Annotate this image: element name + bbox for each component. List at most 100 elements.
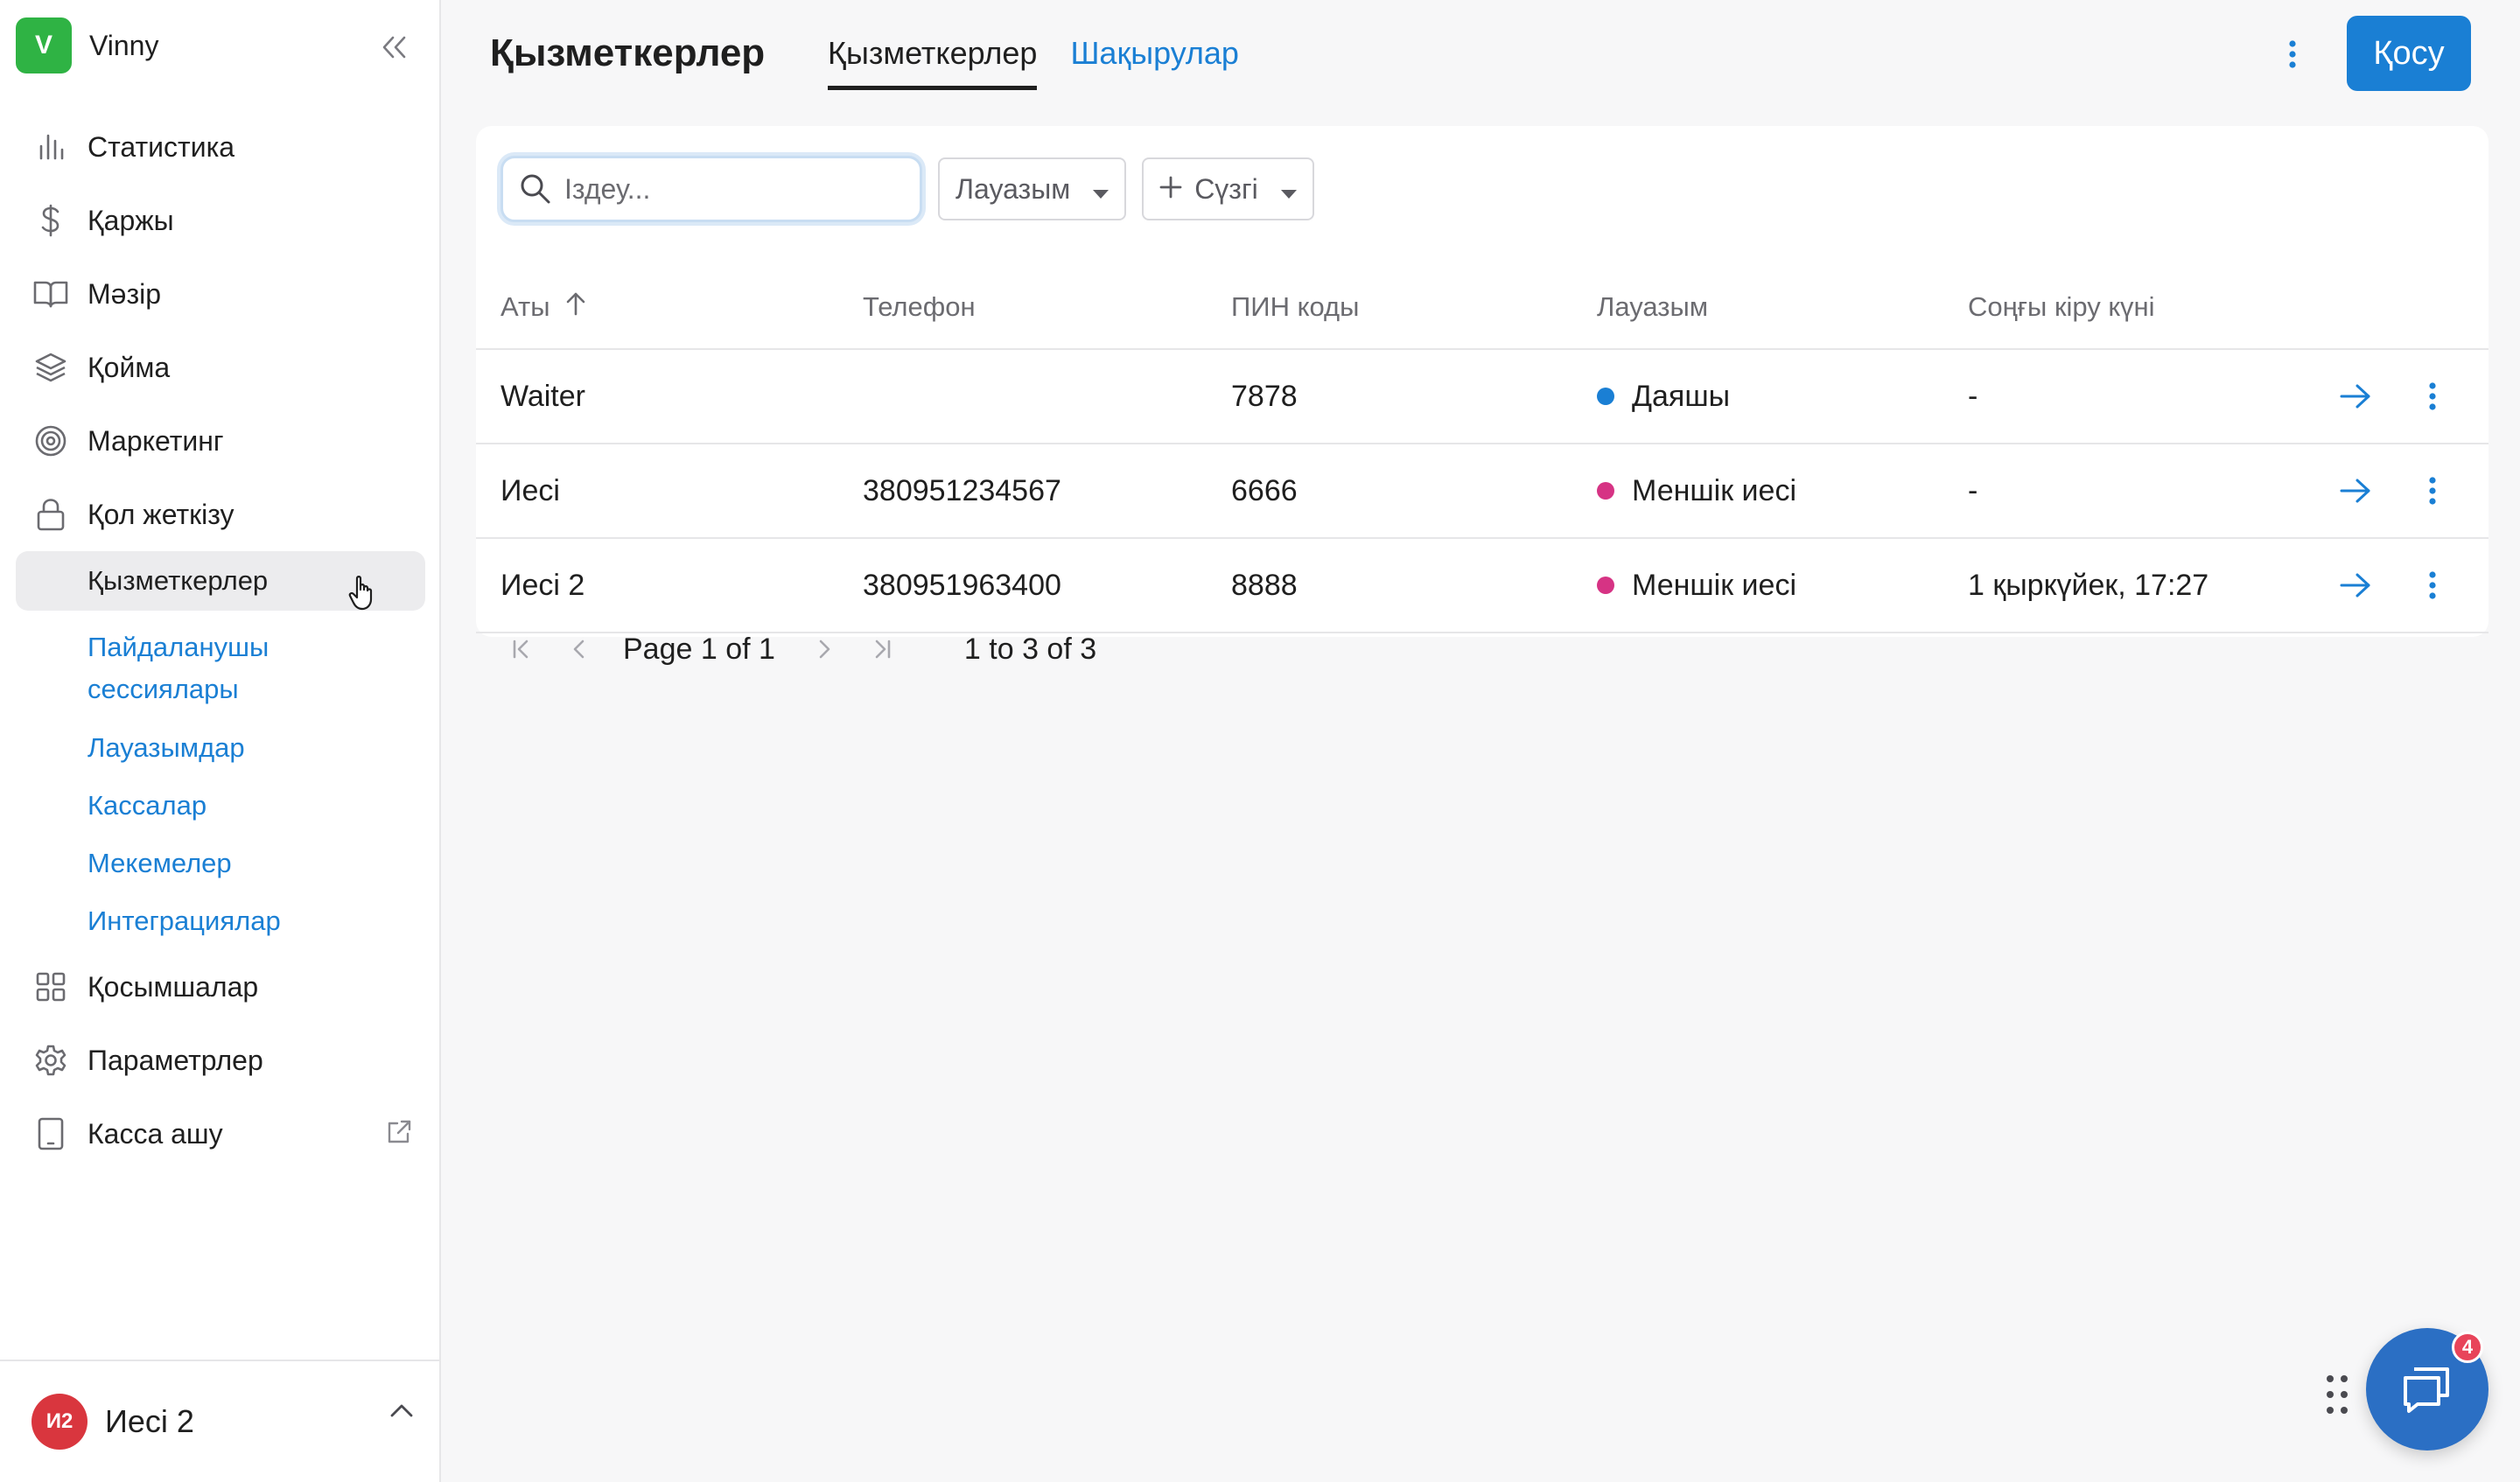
column-header-last-login[interactable]: Соңғы кіру күні — [1949, 291, 2316, 323]
cell-actions — [2316, 564, 2488, 606]
cell-position: Меншік иесі — [1579, 474, 1949, 508]
sidebar-item-label: Параметрлер — [88, 1044, 263, 1076]
sidebar-item-open-pos[interactable]: Касса ашу — [16, 1097, 425, 1171]
table-row[interactable]: Waiter 7878 Даяшы - — [476, 350, 2488, 444]
employees-table: Аты Телефон ПИН коды Лауазым Соңғы кіру … — [476, 266, 2488, 633]
page-indicator: Page 1 of 1 — [623, 632, 775, 666]
row-menu-icon[interactable] — [2412, 375, 2454, 417]
sidebar-nav: Статистика Қаржы Мәзір Қойма Маркетинг Қ… — [16, 110, 425, 1171]
add-employee-button[interactable]: Қосу — [2347, 16, 2471, 91]
cell-last-login: - — [1968, 473, 1978, 507]
sidebar-item-label: Касса ашу — [88, 1117, 223, 1150]
subnav-item-integrations[interactable]: Интеграциялар — [16, 892, 425, 950]
vertical-dots-icon — [2289, 40, 2296, 68]
open-arrow-icon[interactable] — [2334, 470, 2376, 512]
table-row[interactable]: Иесі 380951234567 6666 Меншік иесі - — [476, 444, 2488, 539]
pagination: Page 1 of 1 1 to 3 of 3 — [500, 628, 1096, 670]
dollar-icon — [33, 203, 68, 238]
plus-icon — [1159, 173, 1182, 206]
external-link-icon — [385, 1118, 413, 1150]
column-header-pin[interactable]: ПИН коды — [1213, 291, 1579, 323]
subnav-item-user-sessions[interactable]: Пайдаланушы сессиялары — [16, 614, 348, 719]
sidebar-item-label: Қаржы — [88, 204, 174, 236]
sidebar-item-label: Қойма — [88, 351, 171, 383]
first-page-icon[interactable] — [500, 628, 542, 670]
collapse-sidebar-button[interactable] — [373, 26, 415, 68]
sidebar-item-label: Мәзір — [88, 277, 162, 310]
gear-icon — [33, 1043, 68, 1078]
column-header-name[interactable]: Аты — [476, 291, 844, 323]
sidebar-item-label: Қол жеткізу — [88, 498, 234, 530]
cell-name: Waiter — [500, 379, 585, 413]
row-count: 1 to 3 of 3 — [963, 632, 1097, 666]
sidebar-item-label: Қосымшалар — [88, 970, 259, 1003]
double-chevron-left-icon — [382, 36, 406, 59]
avatar: И2 — [32, 1394, 88, 1450]
caret-down-icon — [1093, 173, 1110, 206]
target-icon — [33, 423, 68, 458]
last-page-icon[interactable] — [861, 628, 903, 670]
table-row[interactable]: Иесі 2 380951963400 8888 Меншік иесі 1 қ… — [476, 539, 2488, 633]
grid-icon — [33, 969, 68, 1004]
table-header: Аты Телефон ПИН коды Лауазым Соңғы кіру … — [476, 266, 2488, 350]
sidebar-item-settings[interactable]: Параметрлер — [16, 1024, 425, 1097]
cell-actions — [2316, 470, 2488, 512]
caret-down-icon — [1280, 173, 1297, 206]
notification-badge: 4 — [2452, 1332, 2483, 1363]
search-icon — [521, 174, 550, 204]
sidebar-item-marketing[interactable]: Маркетинг — [16, 404, 425, 478]
sidebar-item-warehouse[interactable]: Қойма — [16, 331, 425, 404]
cell-name: Иесі — [500, 473, 560, 507]
subnav-item-establishments[interactable]: Мекемелер — [16, 835, 425, 892]
chat-icon — [2404, 1367, 2449, 1413]
open-arrow-icon[interactable] — [2334, 564, 2376, 606]
cell-pin: 8888 — [1231, 568, 1298, 602]
tab-employees[interactable]: Қызметкерлер — [828, 35, 1038, 90]
next-page-icon[interactable] — [803, 628, 845, 670]
drag-handle-icon[interactable] — [2324, 1374, 2350, 1420]
book-icon — [33, 276, 68, 311]
cell-last-login: - — [1968, 379, 1978, 413]
brand-logo: V — [16, 17, 72, 73]
column-header-phone[interactable]: Телефон — [844, 291, 1213, 323]
chat-button[interactable]: 4 — [2366, 1328, 2488, 1451]
page-title: Қызметкерлер — [490, 31, 766, 74]
employees-card: Лауазым Сүзгі Аты Телефон ПИН коды — [476, 126, 2488, 666]
position-filter-dropdown[interactable]: Лауазым — [938, 157, 1127, 220]
sidebar-item-menu[interactable]: Мәзір — [16, 257, 425, 331]
cell-position: Даяшы — [1579, 380, 1949, 414]
subnav-item-cash-registers[interactable]: Кассалар — [16, 777, 425, 835]
brand[interactable]: V Vinny — [16, 17, 158, 73]
table-toolbar: Лауазым Сүзгі — [500, 156, 1314, 222]
brand-name: Vinny — [89, 29, 159, 61]
row-menu-icon[interactable] — [2412, 564, 2454, 606]
sidebar-item-statistics[interactable]: Статистика — [16, 110, 425, 184]
position-color-dot — [1597, 577, 1614, 594]
chevron-up-icon[interactable] — [388, 1402, 415, 1423]
layers-icon — [33, 350, 68, 385]
search-box[interactable] — [500, 156, 922, 222]
sidebar-item-apps[interactable]: Қосымшалар — [16, 950, 425, 1024]
add-filter-dropdown[interactable]: Сүзгі — [1142, 157, 1314, 220]
tab-invitations[interactable]: Шақырулар — [1070, 35, 1239, 90]
position-label: Меншік иесі — [1632, 473, 1796, 507]
tablet-icon — [33, 1116, 68, 1151]
previous-page-icon[interactable] — [558, 628, 600, 670]
cell-position: Меншік иесі — [1579, 569, 1949, 603]
more-options-button[interactable] — [2273, 33, 2312, 75]
user-name: Иесі 2 — [105, 1403, 194, 1439]
subnav-item-positions[interactable]: Лауазымдар — [16, 719, 425, 777]
user-menu[interactable]: И2 Иесі 2 — [0, 1360, 441, 1482]
column-header-position[interactable]: Лауазым — [1579, 291, 1949, 323]
cell-last-login: 1 қыркүйек, 17:27 — [1968, 568, 2209, 602]
position-filter-label: Лауазым — [956, 172, 1071, 205]
row-menu-icon[interactable] — [2412, 470, 2454, 512]
sort-ascending-icon[interactable] — [565, 291, 586, 323]
cell-actions — [2316, 375, 2488, 417]
sidebar-item-access[interactable]: Қол жеткізу — [16, 478, 425, 551]
open-arrow-icon[interactable] — [2334, 375, 2376, 417]
lock-icon — [33, 497, 68, 532]
hand-cursor-icon — [348, 574, 378, 617]
sidebar-item-finance[interactable]: Қаржы — [16, 184, 425, 257]
search-input[interactable] — [564, 172, 897, 206]
